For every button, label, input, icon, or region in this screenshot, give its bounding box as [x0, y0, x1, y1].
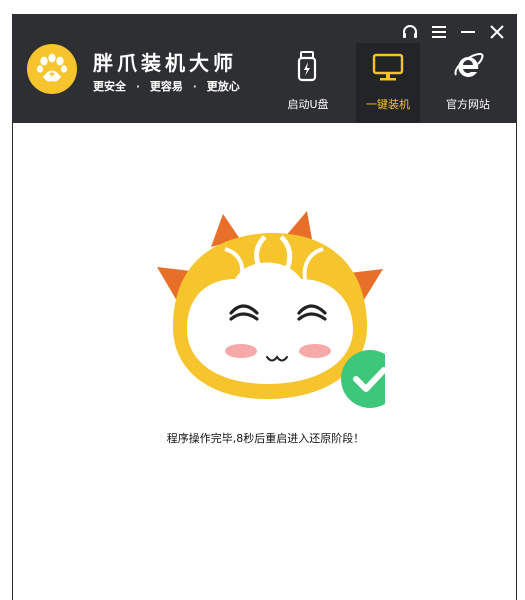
slogan: 更安全 · 更容易 · 更放心 — [93, 78, 246, 94]
ie-browser-icon — [450, 49, 486, 85]
status-message: 程序操作完毕,8秒后重启进入还原阶段！ — [166, 432, 365, 445]
nav-startup-usb[interactable]: 启动U盘 — [276, 43, 340, 123]
headset-icon[interactable] — [400, 22, 420, 42]
title-bar: 胖爪装机大师 更安全 · 更容易 · 更放心 启动U盘 一键装机 官方网站 — [13, 14, 516, 123]
minimize-icon[interactable] — [458, 22, 478, 42]
paw-logo-icon — [27, 44, 77, 94]
slogan-assured: 更放心 — [206, 80, 240, 93]
slogan-dot: · — [192, 80, 197, 93]
slogan-dot: · — [135, 80, 141, 93]
paw-mascot-illustration — [155, 209, 399, 418]
nav-label: 一键装机 — [366, 98, 410, 111]
close-icon[interactable] — [487, 22, 507, 42]
slogan-safe: 更安全 — [93, 80, 126, 93]
slogan-easy: 更容易 — [149, 80, 183, 93]
nav-label: 官方网站 — [446, 98, 490, 111]
app-window: 胖爪装机大师 更安全 · 更容易 · 更放心 启动U盘 一键装机 官方网站 程序… — [12, 14, 517, 600]
monitor-icon — [370, 49, 406, 85]
nav-one-click-install[interactable]: 一键装机 — [356, 43, 420, 123]
nav-official-site[interactable]: 官方网站 — [436, 43, 500, 123]
menu-icon[interactable] — [429, 22, 449, 42]
nav-label: 启动U盘 — [287, 98, 329, 111]
app-name: 胖爪装机大师 — [93, 51, 237, 75]
usb-drive-icon — [290, 49, 326, 85]
